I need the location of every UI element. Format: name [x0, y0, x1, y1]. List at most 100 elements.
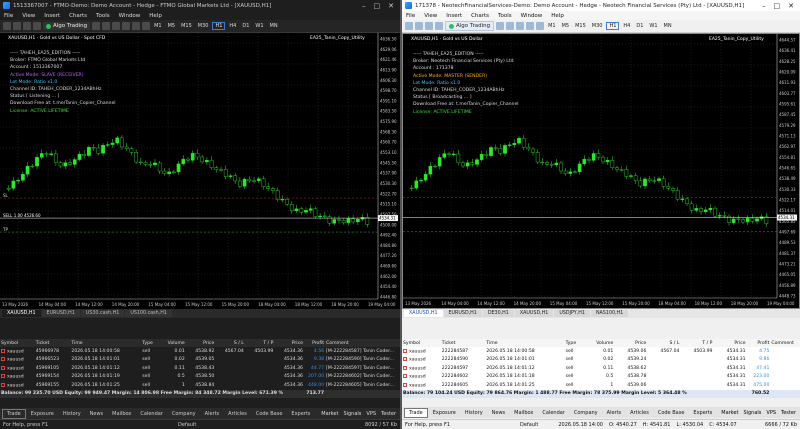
position-row[interactable]: xauusd 222284587 2026.05.18 14:00:58 sell 0.…	[402, 347, 800, 356]
menu-item-window[interactable]: Window	[521, 13, 543, 19]
close-icon[interactable]: ✕	[388, 2, 394, 10]
menu-item-file[interactable]: File	[4, 13, 13, 19]
close-position-icon[interactable]	[403, 348, 407, 353]
position-row[interactable]: xauusd 45966523 2026.05.18 14:01:01 sell 0.0…	[0, 356, 400, 365]
menu-item-charts[interactable]: Charts	[69, 13, 87, 19]
close-position-icon[interactable]	[1, 382, 5, 387]
link-market[interactable]: Market	[721, 410, 738, 416]
timeframe-m30[interactable]: M30	[196, 23, 211, 29]
maximize-icon[interactable]: □	[774, 2, 781, 10]
crosshair-icon[interactable]	[506, 22, 515, 30]
menu-item-insert[interactable]: Insert	[44, 13, 60, 19]
toolbox-tab-company[interactable]: Company	[168, 410, 200, 418]
position-row[interactable]: xauusd 222284602 2026.05.18 14:01:18 sell 0.…	[402, 372, 800, 381]
column-header[interactable]: Symbol	[0, 339, 35, 347]
toolbox-tab-trade[interactable]: Trade	[404, 407, 428, 418]
timeframe-h4[interactable]: H4	[227, 23, 238, 29]
chart-tab[interactable]: US30.cash,H1	[80, 310, 125, 317]
position-row[interactable]: xauusd 222284590 2026.05.18 14:01:01 sell 0.…	[402, 355, 800, 364]
close-position-icon[interactable]	[1, 365, 5, 370]
chart-tab[interactable]: XAUUSD,H1	[2, 310, 41, 317]
price-chart[interactable]: 4636.50 4629.06 4621.46 4613.90 4606.30 4598.…	[0, 33, 400, 309]
position-row[interactable]: xauusd 45969105 2026.05.18 14:01:12 sell 0.1…	[0, 364, 400, 373]
algo-trading-button[interactable]: Algo Trading	[445, 21, 495, 31]
algo-trading-button[interactable]: Algo Trading	[43, 22, 91, 30]
link-tester[interactable]: Tester	[381, 411, 396, 417]
column-header[interactable]: Ticket	[34, 339, 71, 347]
chart-tab[interactable]: EURUSD,H1	[41, 310, 80, 317]
market-watch-icon[interactable]	[23, 22, 31, 30]
column-header[interactable]: Time	[485, 339, 565, 347]
toolbox-tab-calendar[interactable]: Calendar	[136, 410, 166, 418]
column-header[interactable]: Type	[564, 339, 585, 347]
toolbox-tab-mailbox[interactable]: Mailbox	[108, 410, 135, 418]
column-header[interactable]: Type	[141, 339, 159, 347]
link-signals[interactable]: Signals	[743, 410, 761, 416]
timeframe-m15[interactable]: M15	[179, 23, 194, 29]
timeframe-m15[interactable]: M15	[573, 23, 588, 29]
toolbox-tab-exposure[interactable]: Exposure	[27, 410, 58, 418]
toolbox-tab-mailbox[interactable]: Mailbox	[510, 409, 537, 417]
new-order-icon[interactable]	[496, 22, 505, 30]
close-position-icon[interactable]	[1, 348, 5, 353]
timeframe-h1[interactable]: H1	[212, 22, 226, 30]
timeframe-m5[interactable]: M5	[166, 23, 178, 29]
market-watch-icon[interactable]	[425, 22, 433, 30]
menu-item-insert[interactable]: Insert	[446, 13, 462, 19]
new-chart-icon[interactable]	[405, 22, 413, 30]
close-position-icon[interactable]	[1, 357, 5, 361]
toolbox-tab-news[interactable]: News	[488, 409, 510, 417]
column-header[interactable]: Comment	[325, 339, 400, 347]
toolbox-tab-trade[interactable]: Trade	[2, 408, 26, 419]
close-icon[interactable]: ✕	[788, 2, 794, 10]
column-header[interactable]: Time	[70, 339, 142, 347]
link-vps[interactable]: VPS	[766, 410, 776, 416]
column-header[interactable]: Price	[713, 339, 747, 347]
timeframe-mn[interactable]: MN	[268, 23, 280, 29]
toolbox-tab-alerts[interactable]: Alerts	[603, 409, 626, 417]
close-position-icon[interactable]	[1, 374, 5, 378]
column-header[interactable]: S / L	[215, 339, 245, 347]
column-header[interactable]: Price	[185, 339, 216, 347]
link-market[interactable]: Market	[321, 411, 338, 417]
timeframe-d1[interactable]: D1	[634, 23, 645, 29]
chart-tab[interactable]: EURUSD,H1	[443, 310, 482, 317]
menu-item-help[interactable]: Help	[149, 13, 162, 19]
column-header[interactable]: Volume	[584, 339, 615, 347]
trendline-icon[interactable]	[526, 22, 535, 30]
menu-item-view[interactable]: View	[22, 13, 35, 19]
profiles-icon[interactable]	[13, 22, 21, 30]
new-chart-icon[interactable]	[3, 22, 11, 30]
toolbox-tab-calendar[interactable]: Calendar	[538, 409, 568, 417]
menu-item-tools[interactable]: Tools	[498, 13, 512, 19]
toolbox-tab-history[interactable]: History	[59, 410, 85, 418]
column-header[interactable]: Symbol	[402, 339, 441, 347]
timeframe-m30[interactable]: M30	[590, 23, 605, 29]
chart-tab[interactable]: XAUUSD,H1	[514, 310, 554, 317]
toolbox-tab-articles[interactable]: Articles	[626, 409, 653, 417]
column-header[interactable]: Price	[274, 339, 304, 347]
timeframe-mn[interactable]: MN	[662, 23, 674, 29]
toolbox-tab-experts[interactable]: Experts	[689, 409, 716, 417]
chart-tab[interactable]: DE30,H1	[482, 310, 514, 317]
column-header[interactable]: Volume	[158, 339, 186, 347]
menu-item-help[interactable]: Help	[551, 13, 564, 19]
chart-tab[interactable]: XAUUSD,H1	[404, 310, 443, 317]
crosshair-icon[interactable]	[102, 22, 111, 30]
close-position-icon[interactable]	[403, 357, 407, 361]
timeframe-m1[interactable]: M1	[546, 23, 558, 29]
column-header[interactable]: Ticket	[440, 339, 486, 347]
link-tester[interactable]: Tester	[781, 410, 796, 416]
minimize-icon[interactable]: –	[762, 2, 766, 10]
timeframe-w1[interactable]: W1	[647, 23, 659, 29]
column-header[interactable]: Profit	[746, 339, 771, 347]
toolbox-tab-history[interactable]: History	[461, 409, 487, 417]
timeframe-h1[interactable]: H1	[606, 22, 620, 30]
trendline-icon[interactable]	[122, 22, 131, 30]
link-vps[interactable]: VPS	[366, 411, 376, 417]
column-header[interactable]: Profit	[303, 339, 326, 347]
toolbox-tab-code-base[interactable]: Code Base	[252, 410, 287, 418]
menu-item-charts[interactable]: Charts	[471, 13, 489, 19]
column-header[interactable]: T / P	[680, 339, 714, 347]
column-header[interactable]: Price	[614, 339, 648, 347]
